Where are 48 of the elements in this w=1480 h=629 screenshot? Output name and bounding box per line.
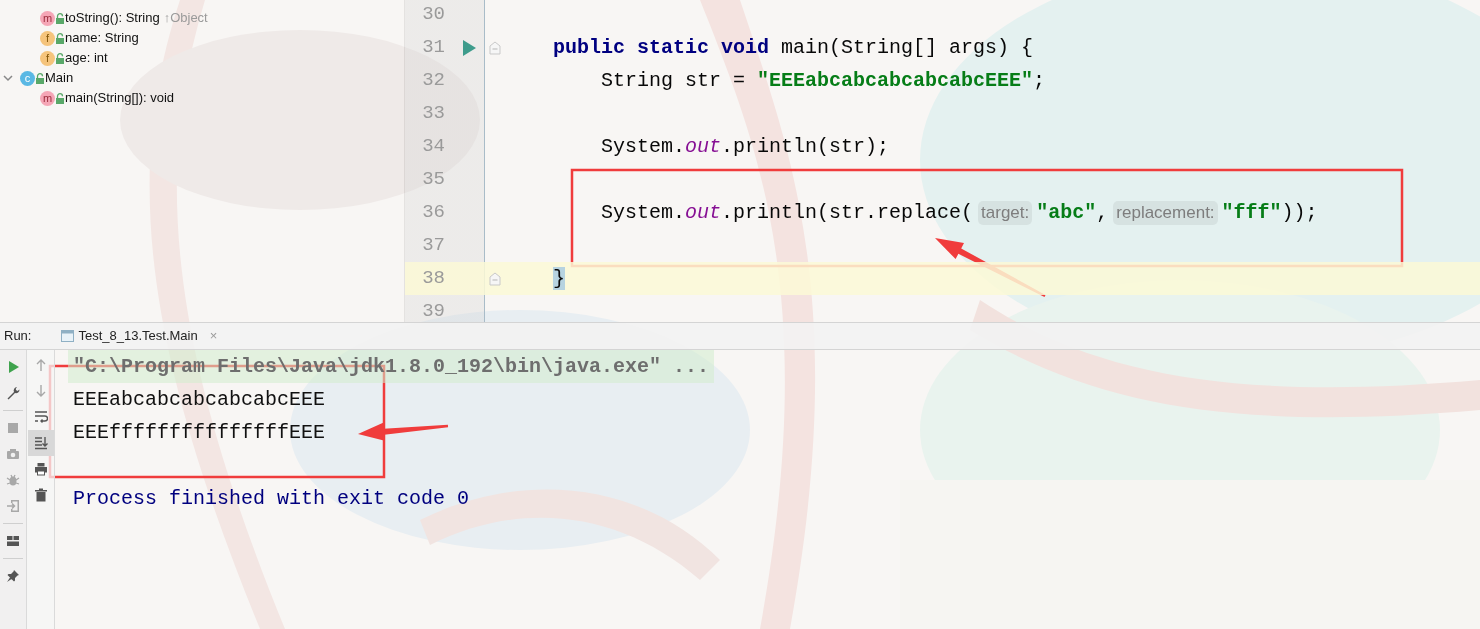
lock-icon	[55, 12, 65, 24]
structure-item[interactable]: age: int	[65, 48, 108, 68]
print-icon[interactable]	[33, 462, 48, 476]
console-line: EEEfffffffffffffffEEE	[73, 420, 326, 446]
layout-icon[interactable]	[6, 534, 20, 548]
console-icon	[61, 330, 75, 342]
inherited-label: ↑Object	[163, 9, 208, 28]
lock-icon	[35, 72, 45, 84]
console-line: Process finished with exit code 0	[73, 486, 470, 512]
run-icon[interactable]	[462, 39, 476, 56]
code-text: System.out.println(str);	[601, 134, 890, 160]
structure-item[interactable]: name: String	[65, 28, 139, 48]
code-text: System.out.println(str.replace(	[601, 200, 974, 226]
fold-icon[interactable]	[489, 40, 501, 55]
structure-item[interactable]: main(String[]): void	[65, 88, 175, 108]
code-text: public static void main(String[] args) {	[553, 35, 1034, 61]
line-number: 39	[421, 299, 446, 322]
lock-icon	[55, 52, 65, 64]
wrench-icon[interactable]	[6, 386, 20, 400]
line-number: 35	[421, 167, 446, 192]
code-text: "fff"));	[1221, 200, 1318, 226]
line-number: 36	[421, 200, 446, 225]
structure-item[interactable]: toString(): String	[65, 8, 160, 28]
structure-item[interactable]: Main	[45, 68, 74, 88]
line-number: 30	[421, 2, 446, 27]
run-tab[interactable]: Test_8_13.Test.Main	[78, 326, 198, 346]
scroll-to-end-icon[interactable]	[27, 430, 54, 456]
fold-icon[interactable]	[489, 271, 501, 286]
code-text: "abc",	[1036, 200, 1109, 226]
line-number: 33	[421, 101, 446, 126]
console-line: EEEabcabcabcabcabcEEE	[73, 387, 326, 413]
wrap-lines-icon[interactable]	[33, 410, 48, 424]
panel-label: Run:	[3, 327, 33, 346]
code-text: }	[553, 266, 565, 292]
line-number: 32	[421, 68, 446, 93]
pin-icon[interactable]	[6, 569, 20, 583]
line-number: 38	[421, 266, 446, 291]
collapse-chevron-icon[interactable]	[2, 72, 14, 84]
parameter-hint: replacement:	[1113, 200, 1218, 225]
run-icon[interactable]	[6, 360, 20, 374]
lock-icon	[55, 32, 65, 44]
code-text: String str = "EEEabcabcabcabcabcEEE";	[601, 68, 1046, 94]
line-number: 31	[421, 35, 446, 60]
line-number: 37	[421, 233, 446, 258]
parameter-hint: target:	[978, 200, 1033, 225]
lock-icon	[55, 92, 65, 104]
delete-icon[interactable]	[33, 488, 48, 502]
line-number: 34	[421, 134, 446, 159]
